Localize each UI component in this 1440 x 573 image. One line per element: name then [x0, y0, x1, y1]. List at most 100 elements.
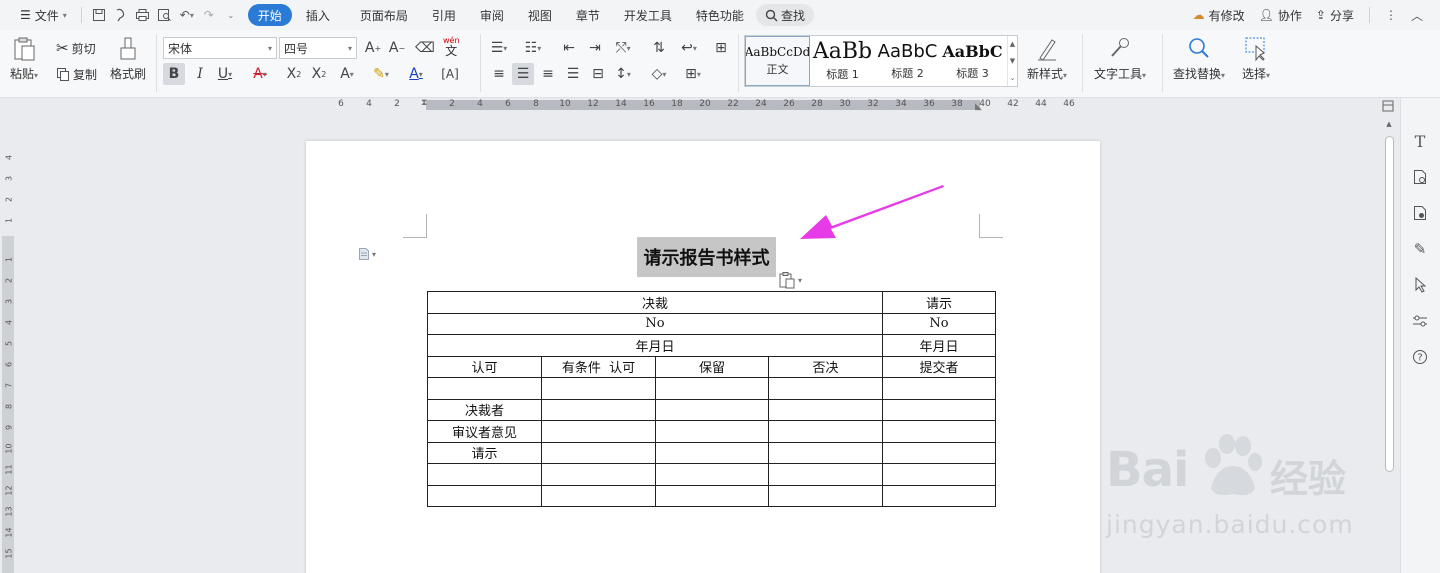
align-right-icon[interactable]: ≡	[537, 63, 559, 85]
split-view-icon[interactable]	[1382, 100, 1394, 112]
table-cell[interactable]: No	[882, 312, 996, 335]
file-menu[interactable]: ☰ 文件 ▾	[12, 4, 75, 26]
style-heading-1[interactable]: AaBb 标题 1	[810, 36, 875, 86]
table-cell[interactable]	[768, 377, 883, 400]
table-cell[interactable]	[882, 463, 996, 486]
highlight-icon[interactable]: ✎ ▾	[370, 63, 392, 85]
distributed-icon[interactable]: ⊟	[587, 63, 609, 85]
table-cell[interactable]	[768, 484, 883, 507]
justify-icon[interactable]: ☰	[562, 63, 584, 85]
pen-icon[interactable]: ✎	[1409, 238, 1431, 260]
italic-icon[interactable]: I	[189, 63, 211, 85]
grow-font-icon[interactable]: A +	[362, 37, 384, 59]
styles-scroll[interactable]: ▲ ▼ ⌄	[1007, 36, 1017, 86]
phonetic-guide-button[interactable]: wén 文	[443, 36, 460, 58]
collapse-ribbon-icon[interactable]: ︿	[1406, 4, 1428, 26]
save-icon[interactable]	[88, 4, 110, 26]
changes-button[interactable]: ☁ 有修改	[1188, 4, 1250, 26]
table-cell[interactable]	[541, 420, 656, 443]
table-cell[interactable]	[655, 377, 769, 400]
copy-button[interactable]: 复制	[56, 63, 97, 85]
table-cell[interactable]	[655, 398, 769, 421]
doc-settings-icon[interactable]	[1409, 202, 1431, 224]
format-painter-button[interactable]: 格式刷	[110, 36, 146, 82]
decrease-indent-icon[interactable]: ⇤	[558, 37, 580, 59]
cut-button[interactable]: ✂ 剪切	[56, 37, 96, 59]
borders-icon[interactable]: ⊞ ▾	[682, 63, 704, 85]
table-cell[interactable]: No	[427, 312, 883, 335]
sort-icon[interactable]: ⇅	[648, 37, 670, 59]
shrink-font-icon[interactable]: A −	[386, 37, 408, 59]
horizontal-ruler[interactable]: ⧗ ◣ 6 4 2 2 4 6 8 10 12 14 16 18 20 22 24 26 28 30 32 34 36 3…	[0, 98, 1400, 114]
line-spacing-icon[interactable]: ↕ ▾	[612, 63, 634, 85]
help-icon[interactable]: ?	[1409, 346, 1431, 368]
align-center-icon[interactable]: ☰	[512, 63, 534, 85]
tab-view[interactable]: 视图	[520, 4, 560, 26]
table-cell[interactable]: 认可	[427, 355, 542, 378]
table-cell[interactable]: 请示	[882, 291, 996, 314]
tab-start[interactable]: 开始	[247, 4, 292, 26]
table-cell[interactable]: 否决	[768, 355, 883, 378]
table-cell[interactable]	[882, 398, 996, 421]
subscript-icon[interactable]: X2	[308, 63, 330, 85]
style-heading-2[interactable]: AaBbC 标题 2	[875, 36, 940, 86]
align-left-icon[interactable]: ≡	[488, 63, 510, 85]
text-format-icon[interactable]: T	[1409, 130, 1431, 152]
underline-icon[interactable]: U ▾	[214, 63, 236, 85]
export-pdf-icon[interactable]	[110, 4, 132, 26]
bullet-list-icon[interactable]: ☰ ▾	[488, 37, 510, 59]
table-cell[interactable]	[768, 441, 883, 464]
table-cell[interactable]	[882, 441, 996, 464]
font-family-select[interactable]: 宋体 ▾	[163, 37, 277, 59]
undo-icon[interactable]: ↶ ▾	[176, 4, 198, 26]
tab-features[interactable]: 特色功能	[688, 4, 752, 26]
style-normal[interactable]: AaBbCcDd 正文	[745, 36, 810, 86]
doc-properties-icon[interactable]	[1409, 166, 1431, 188]
table-cell[interactable]	[541, 463, 656, 486]
text-tools-button[interactable]: 文字工具▾	[1094, 36, 1146, 82]
table-cell[interactable]	[768, 398, 883, 421]
table-cell[interactable]	[655, 420, 769, 443]
redo-icon[interactable]: ↷	[198, 4, 220, 26]
tab-developer[interactable]: 开发工具	[616, 4, 680, 26]
tab-review[interactable]: 审阅	[472, 4, 512, 26]
table-cell[interactable]	[768, 463, 883, 486]
vertical-scrollbar[interactable]: ▲	[1382, 118, 1396, 573]
tab-stops-icon[interactable]: ⊞	[710, 37, 732, 59]
paragraph-menu[interactable]: ▾	[358, 247, 376, 261]
new-style-button[interactable]: 新样式▾	[1027, 36, 1067, 82]
table-cell[interactable]: 保留	[655, 355, 769, 378]
strikethrough-icon[interactable]: A ▾	[249, 63, 271, 85]
more-icon[interactable]: ⋮	[1380, 4, 1402, 26]
scroll-up-icon[interactable]: ▲	[1382, 118, 1396, 130]
table-cell[interactable]	[427, 463, 542, 486]
table-cell[interactable]: 提交者	[882, 355, 996, 378]
customize-chevron-icon[interactable]: ⌄	[220, 4, 242, 26]
table-cell[interactable]	[768, 420, 883, 443]
text-effect-icon[interactable]: A ▾	[336, 63, 358, 85]
document-page[interactable]: ▾ 请示报告书样式 ▾ 决裁 请示 No No 年月日 年月日 认可 有条件 认…	[306, 141, 1100, 573]
char-border-icon[interactable]: [A]	[439, 63, 461, 85]
expand-icon[interactable]: ⌄	[1010, 74, 1016, 82]
search-button[interactable]: 查找	[755, 4, 814, 26]
table-cell[interactable]: 有条件 认可	[541, 355, 656, 378]
cursor-icon[interactable]	[1409, 274, 1431, 296]
increase-indent-icon[interactable]: ⇥	[584, 37, 606, 59]
sliders-icon[interactable]	[1409, 310, 1431, 332]
tab-insert[interactable]: 插入	[298, 4, 338, 26]
table-cell[interactable]	[427, 377, 542, 400]
table-cell[interactable]: 年月日	[882, 334, 996, 357]
table-cell[interactable]	[541, 484, 656, 507]
document-title[interactable]: 请示报告书样式	[637, 237, 776, 277]
print-preview-icon[interactable]	[154, 4, 176, 26]
numbered-list-icon[interactable]: ☷ ▾	[522, 37, 544, 59]
paste-options-button[interactable]: ▾	[778, 271, 802, 289]
table-cell[interactable]: 决裁	[427, 291, 883, 314]
find-replace-button[interactable]: 查找替换▾	[1173, 36, 1225, 82]
tab-page-layout[interactable]: 页面布局	[352, 4, 416, 26]
table-cell[interactable]	[427, 484, 542, 507]
table-cell[interactable]	[541, 377, 656, 400]
chinese-layout-icon[interactable]: ⤲ ▾	[612, 37, 634, 59]
table-cell[interactable]	[655, 441, 769, 464]
eraser-icon[interactable]: ⌫	[414, 37, 436, 59]
